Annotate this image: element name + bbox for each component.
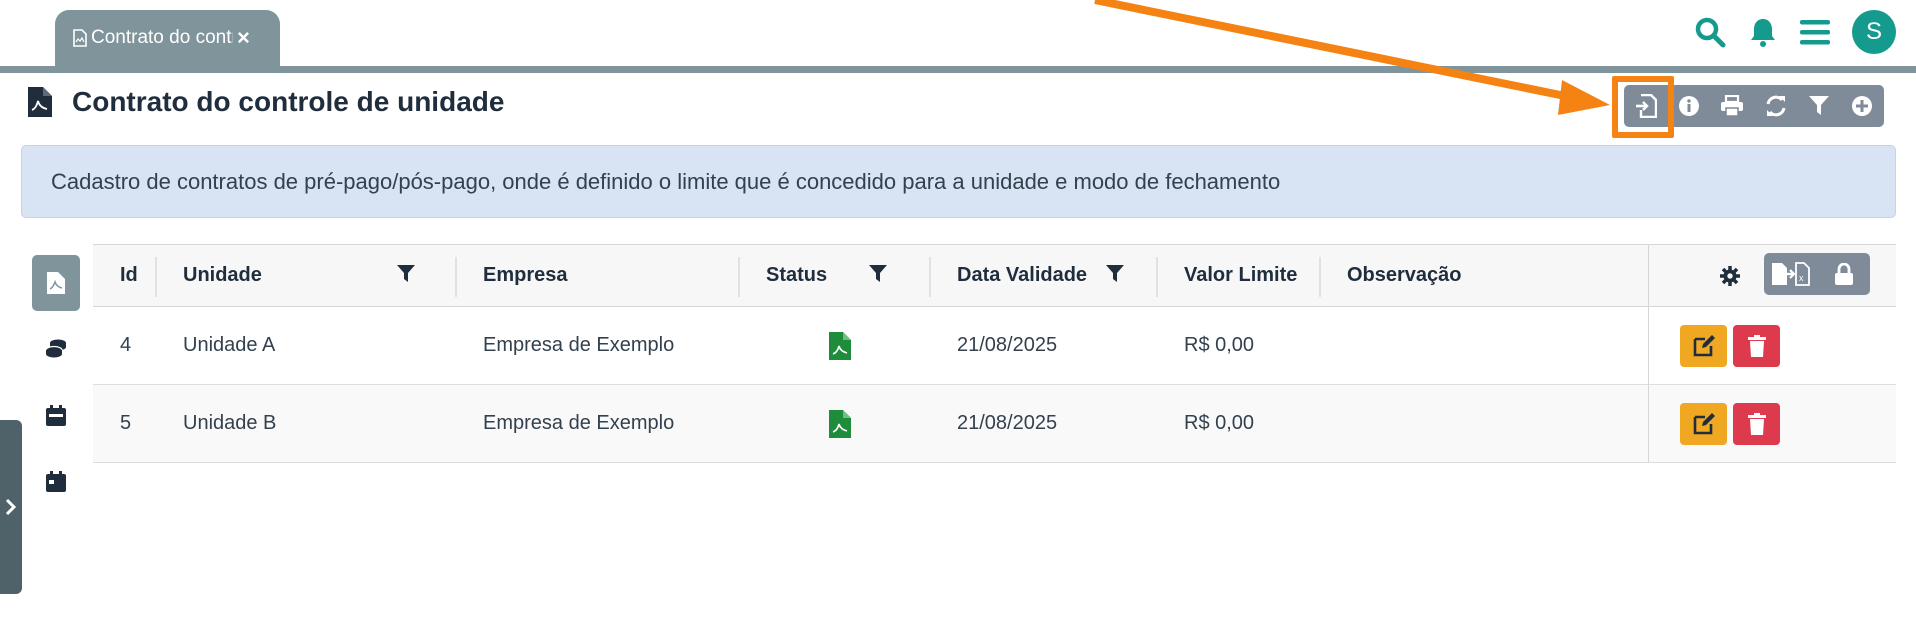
table-row[interactable]: 5 Unidade B Empresa de Exemplo 21/08/202…: [93, 385, 1896, 463]
refresh-button[interactable]: [1754, 85, 1797, 127]
calendar-icon: [46, 470, 66, 492]
info-banner: Cadastro de contratos de pré-pago/pós-pa…: [21, 145, 1896, 218]
sidebar-toggle[interactable]: [0, 420, 22, 594]
sidebar-item-calendar-day[interactable]: [32, 453, 80, 509]
tab-label: Contrato do controle de unidade: [91, 27, 233, 48]
grid-header-actions: x: [1764, 253, 1870, 295]
sidebar-item-coins[interactable]: [32, 321, 80, 377]
cell-data-validade: 21/08/2025: [957, 334, 1058, 356]
cell-id: 4: [120, 334, 132, 356]
column-separator[interactable]: [455, 257, 457, 297]
file-pdf-icon: [829, 410, 851, 438]
column-header-valor-limite[interactable]: Valor Limite: [1184, 245, 1297, 306]
file-pdf-icon: [829, 332, 851, 360]
filter-icon[interactable]: [397, 265, 415, 283]
lock-button[interactable]: [1817, 253, 1870, 295]
info-banner-text: Cadastro de contratos de pré-pago/pós-pa…: [51, 168, 1281, 194]
actions-column-separator: [1648, 244, 1649, 462]
column-separator[interactable]: [155, 257, 157, 297]
add-button[interactable]: [1840, 85, 1883, 127]
cell-empresa: Empresa de Exemplo: [483, 412, 675, 434]
column-separator[interactable]: [738, 257, 740, 297]
cell-valor-limite: R$ 0,00: [1184, 412, 1255, 434]
info-icon: [1678, 96, 1699, 116]
refresh-icon: [1766, 95, 1786, 117]
bell-icon[interactable]: [1748, 16, 1778, 48]
side-nav: [32, 255, 80, 519]
cell-id: 5: [120, 412, 132, 434]
avatar[interactable]: S: [1852, 10, 1896, 54]
file-pdf-icon: [28, 87, 52, 117]
filter-button[interactable]: [1797, 85, 1840, 127]
edit-button[interactable]: [1680, 403, 1727, 445]
calendar-icon: [46, 404, 66, 426]
filter-icon: [1808, 96, 1829, 115]
chevron-right-icon: [5, 498, 17, 516]
page-title-row: Contrato do controle de unidade: [28, 86, 504, 118]
cell-data-validade: 21/08/2025: [957, 412, 1058, 434]
print-icon: [1721, 95, 1744, 117]
tab-underline: [0, 66, 1916, 73]
add-icon: [1852, 96, 1873, 116]
filter-icon[interactable]: [1106, 265, 1124, 283]
column-header-observacao[interactable]: Observação: [1347, 245, 1462, 306]
sidebar-item-contrato[interactable]: [32, 255, 80, 311]
delete-button[interactable]: [1733, 403, 1780, 445]
search-icon[interactable]: [1694, 16, 1726, 48]
table-row[interactable]: 4 Unidade A Empresa de Exemplo 21/08/202…: [93, 307, 1896, 385]
export-excel-button[interactable]: x: [1764, 253, 1817, 295]
page-title: Contrato do controle de unidade: [72, 86, 505, 117]
sidebar-item-calendar-week[interactable]: [32, 387, 80, 443]
edit-icon: [1693, 413, 1715, 435]
file-pdf-icon: [73, 29, 87, 47]
lock-icon: [1834, 263, 1853, 285]
filter-icon[interactable]: [869, 265, 887, 283]
column-separator[interactable]: [929, 257, 931, 297]
cell-unidade: Unidade A: [183, 334, 276, 356]
column-header-empresa[interactable]: Empresa: [483, 245, 568, 306]
edit-icon: [1693, 335, 1715, 357]
close-icon[interactable]: ×: [237, 27, 250, 49]
column-separator[interactable]: [1319, 257, 1321, 297]
column-header-unidade[interactable]: Unidade: [183, 245, 262, 306]
cell-unidade: Unidade B: [183, 412, 277, 434]
file-pdf-icon: [47, 272, 65, 294]
cell-empresa: Empresa de Exemplo: [483, 334, 675, 356]
svg-text:x: x: [1799, 273, 1804, 283]
export-excel-icon: x: [1771, 262, 1810, 286]
column-separator[interactable]: [1156, 257, 1158, 297]
edit-button[interactable]: [1680, 325, 1727, 367]
delete-button[interactable]: [1733, 325, 1780, 367]
menu-icon[interactable]: [1800, 19, 1830, 45]
trash-icon: [1747, 413, 1766, 435]
coins-icon: [45, 339, 66, 358]
column-header-id[interactable]: Id: [120, 245, 138, 306]
top-bar: Contrato do controle de unidade × S: [0, 0, 1916, 66]
gear-icon[interactable]: [1720, 266, 1740, 286]
grid-header: Id Unidade Empresa Status Data Validade …: [93, 245, 1896, 307]
highlight-box: [1612, 76, 1674, 138]
column-header-data-validade[interactable]: Data Validade: [957, 245, 1087, 306]
print-button[interactable]: [1711, 85, 1754, 127]
header-actions: S: [1694, 10, 1896, 54]
column-header-status[interactable]: Status: [766, 245, 827, 306]
tab-contrato[interactable]: Contrato do controle de unidade ×: [55, 10, 280, 66]
data-grid: Id Unidade Empresa Status Data Validade …: [93, 244, 1896, 640]
cell-valor-limite: R$ 0,00: [1184, 334, 1255, 356]
trash-icon: [1747, 335, 1766, 357]
